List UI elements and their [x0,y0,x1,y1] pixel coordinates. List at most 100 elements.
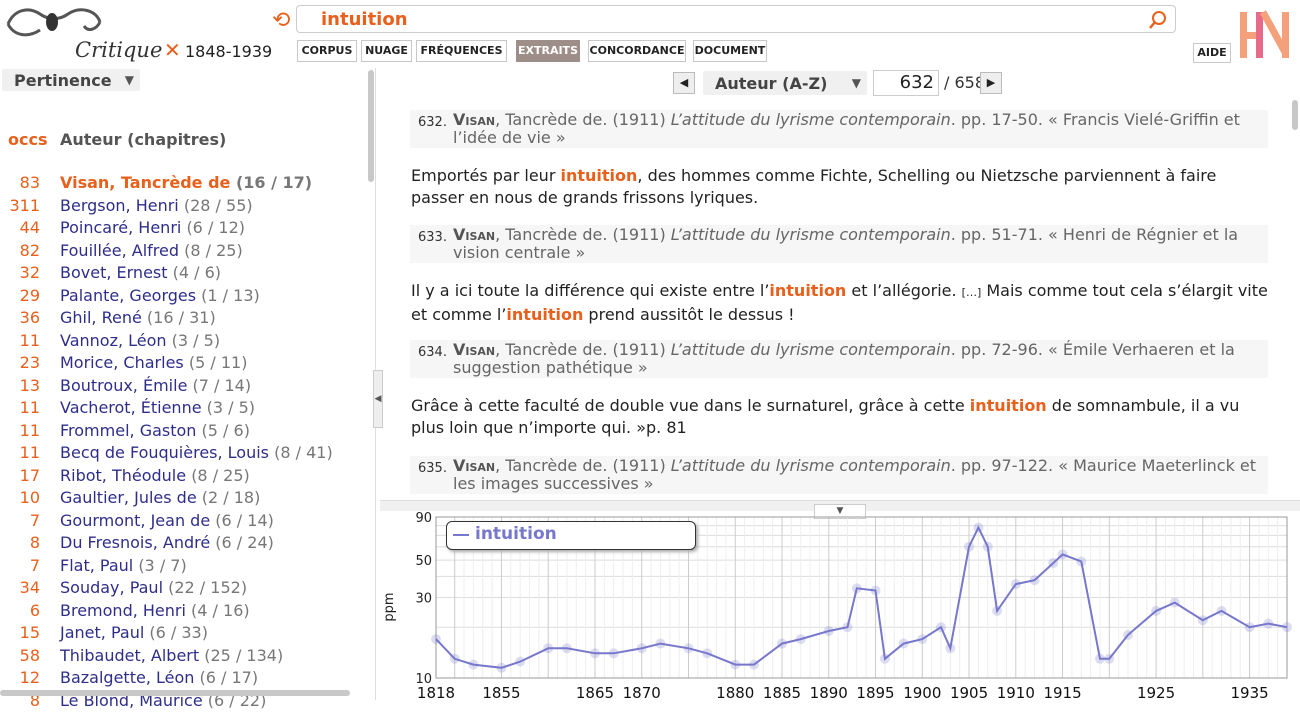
keyword-highlight[interactable]: intuition [560,166,637,185]
author-sort-dropdown[interactable]: Auteur (A-Z) ▼ [703,71,867,95]
author-row[interactable]: 32Bovet, Ernest (4 / 6) [0,263,360,286]
extract-text: Il y a ici toute la différence qui exist… [411,280,1271,326]
author-name[interactable]: Janet, Paul (6 / 33) [60,623,208,642]
author-row[interactable]: 311Bergson, Henri (28 / 55) [0,196,360,219]
author-name[interactable]: Ghil, René (16 / 31) [60,308,216,327]
author-row[interactable]: 34 Souday, Paul (22 / 152) [0,578,360,601]
author-name[interactable]: Frommel, Gaston (5 / 6) [60,421,250,440]
extract-author[interactable]: Visan [453,225,495,244]
close-period-icon[interactable]: ✕ [164,40,181,60]
author-row[interactable]: 36Ghil, René (16 / 31) [0,308,360,331]
chapter-count: (8 / 25) [191,466,250,485]
author-row[interactable]: 15Janet, Paul (6 / 33) [0,623,360,646]
author-row[interactable]: 44Poincaré, Henri (6 / 12) [0,218,360,241]
extract-title[interactable]: L’attitude du lyrisme contemporain [671,340,951,359]
author-row[interactable]: 8Du Fresnois, André (6 / 24) [0,533,360,556]
author-name[interactable]: Boutroux, Émile (7 / 14) [60,376,251,395]
occurrence-count: 34 [0,578,40,597]
search-input[interactable]: intuition [296,5,1176,33]
author-name[interactable]: Bazalgette, Léon (6 / 17) [60,668,258,687]
chapter-count: (2 / 18) [202,488,261,507]
sort-dropdown[interactable]: Pertinence ▼ [2,69,140,91]
author-row[interactable]: 58 Thibaudet, Albert (25 / 134) [0,646,360,669]
sidebar-hscrollbar[interactable] [0,690,350,696]
author-name[interactable]: Bovet, Ernest (4 / 6) [60,263,221,282]
author-row[interactable]: 82 Fouillée, Alfred (8 / 25) [0,241,360,264]
extract-author[interactable]: Visan [453,110,495,129]
reset-icon[interactable]: ⟲ [272,10,290,32]
author-row[interactable]: 11Vannoz, Léon (3 / 5) [0,331,360,354]
next-page-button[interactable]: ▶ [980,72,1002,94]
author-row[interactable]: 23Morice, Charles (5 / 11) [0,353,360,376]
hn-logo-icon[interactable] [1238,6,1296,64]
chart-legend[interactable]: intuition [446,521,696,550]
tab-nuage[interactable]: NUAGE [361,40,412,62]
x-tick-label: 1935 [1230,684,1268,700]
sidebar-scrollbar[interactable] [368,70,374,182]
author-name[interactable]: Visan, Tancrède de (16 / 17) [60,173,312,192]
author-name[interactable]: Thibaudet, Albert (25 / 134) [60,646,283,665]
author-name[interactable]: Morice, Charles (5 / 11) [60,353,247,372]
help-button[interactable]: AIDE [1193,43,1231,63]
panel-splitter[interactable]: ▼ [380,500,1300,511]
author-name[interactable]: Poincaré, Henri (6 / 12) [60,218,245,237]
keyword-highlight[interactable]: intuition [970,396,1047,415]
author-name[interactable]: Souday, Paul (22 / 152) [60,578,247,597]
author-name[interactable]: Gaultier, Jules de (2 / 18) [60,488,260,507]
author-name[interactable]: Vacherot, Étienne (3 / 5) [60,398,255,417]
extract-title[interactable]: L’attitude du lyrisme contemporain [671,110,951,129]
author-row[interactable]: 11Vacherot, Étienne (3 / 5) [0,398,360,421]
x-tick-label: 1880 [716,684,754,700]
author-row[interactable]: 11 Becq de Fouquières, Louis (8 / 41) [0,443,360,466]
author-row[interactable]: 83Visan, Tancrède de (16 / 17) [0,173,360,196]
tab-frequences[interactable]: FRÉQUENCES [416,40,507,62]
author-row[interactable]: 10Gaultier, Jules de (2 / 18) [0,488,360,511]
author-name[interactable]: Gourmont, Jean de (6 / 14) [60,511,274,530]
occurrence-count: 58 [0,646,40,665]
author-row[interactable]: 11Frommel, Gaston (5 / 6) [0,421,360,444]
prev-page-button[interactable]: ◀ [673,72,695,94]
author-list: 83Visan, Tancrède de (16 / 17)311Bergson… [0,173,360,713]
extract-title[interactable]: L’attitude du lyrisme contemporain [671,456,951,475]
author-row[interactable]: 6Bremond, Henri (4 / 16) [0,601,360,624]
author-name[interactable]: Bergson, Henri (28 / 55) [60,196,253,215]
extracts-scrollbar[interactable] [1292,100,1298,130]
search-icon[interactable] [1147,9,1169,31]
tab-extraits[interactable]: EXTRAITS [516,40,580,62]
extract-ref[interactable]: 634. Visan, Tancrède de. (1911) L’attitu… [410,340,1268,378]
keyword-highlight[interactable]: intuition [769,281,846,300]
extract-author[interactable]: Visan [453,456,495,475]
tab-concordance[interactable]: CONCORDANCE [588,40,686,62]
author-header[interactable]: Auteur (chapitres) [60,130,226,149]
tab-corpus[interactable]: CORPUS [297,40,357,62]
chapter-count: (8 / 41) [274,443,333,462]
extract-ref[interactable]: 635. Visan, Tancrède de. (1911) L’attitu… [410,456,1268,494]
extract-author[interactable]: Visan [453,340,495,359]
occurrence-count: 82 [0,241,40,260]
chapter-count: (4 / 6) [173,263,221,282]
author-name[interactable]: Fouillée, Alfred (8 / 25) [60,241,243,260]
occs-header[interactable]: occs [8,130,47,149]
search-query[interactable]: intuition [321,9,408,30]
extract-ref[interactable]: 632. Visan, Tancrède de. (1911) L’attitu… [410,110,1268,148]
author-row[interactable]: 7Flat, Paul (3 / 7) [0,556,360,579]
author-row[interactable]: 12Bazalgette, Léon (6 / 17) [0,668,360,691]
tab-document[interactable]: DOCUMENT [693,40,767,62]
author-name[interactable]: Vannoz, Léon (3 / 5) [60,331,220,350]
occurrence-count: 11 [0,443,40,462]
y-tick-label: 50 [415,554,432,569]
extract-ref[interactable]: 633. Visan, Tancrède de. (1911) L’attitu… [410,225,1268,263]
author-name[interactable]: Palante, Georges (1 / 13) [60,286,260,305]
author-row[interactable]: 29Palante, Georges (1 / 13) [0,286,360,309]
author-name[interactable]: Becq de Fouquières, Louis (8 / 41) [60,443,333,462]
author-name[interactable]: Flat, Paul (3 / 7) [60,556,187,575]
author-name[interactable]: Du Fresnois, André (6 / 24) [60,533,274,552]
extract-title[interactable]: L’attitude du lyrisme contemporain [671,225,951,244]
page-number-input[interactable]: 632 [873,70,939,96]
author-row[interactable]: 13Boutroux, Émile (7 / 14) [0,376,360,399]
keyword-highlight[interactable]: intuition [506,305,583,324]
author-row[interactable]: 17Ribot, Théodule (8 / 25) [0,466,360,489]
author-name[interactable]: Bremond, Henri (4 / 16) [60,601,250,620]
author-name[interactable]: Ribot, Théodule (8 / 25) [60,466,250,485]
author-row[interactable]: 7Gourmont, Jean de (6 / 14) [0,511,360,534]
